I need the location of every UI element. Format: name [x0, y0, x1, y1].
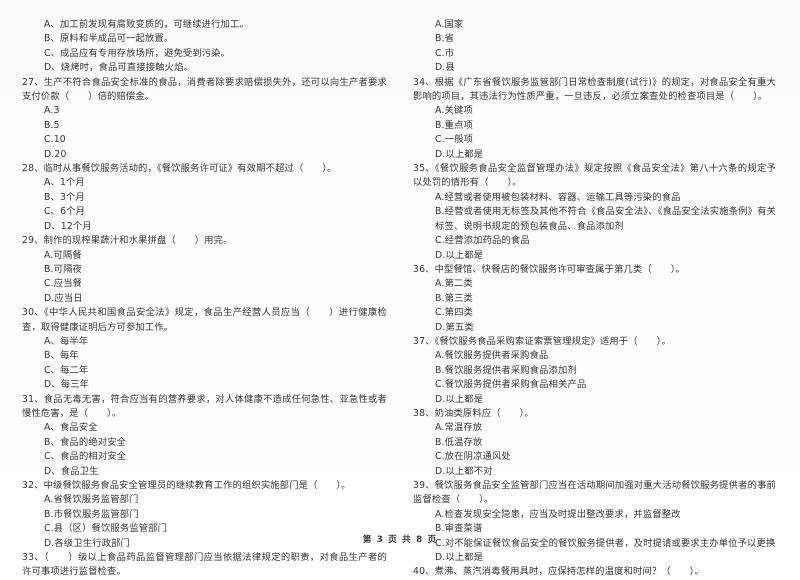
- option-item: B、原料和半成品可一起放置。: [44, 33, 174, 45]
- page-number-text: 第 3 页 共 8 页: [362, 535, 438, 545]
- option-item: C、成品应有专用存放场所，避免受到污染。: [44, 47, 231, 59]
- option-item: C.第四类: [435, 307, 474, 319]
- question-stem: 29、制作的现榨果蔬汁和水果拼盘（ ）用完。: [22, 235, 233, 247]
- option-item: A.省餐饮服务监管部门: [44, 494, 139, 506]
- question-stem: 27、生产不符合食品安全标准的食品，消费者除要求赔偿损失外，还可以向生产者要求支…: [22, 76, 387, 103]
- option-item: D.以上都是: [435, 148, 484, 160]
- question-40: 40、煮沸、蒸汽消毒餐用具时，应保持怎样的温度和时间？（ ）。: [413, 565, 776, 579]
- right-column: A.国家 B.省 C.市 D.县 34、根据《广东省餐饮服务监管部门日常检查制度…: [395, 18, 780, 580]
- option-item: D.以上都是: [435, 552, 484, 564]
- question-stem: 40、煮沸、蒸汽消毒餐用具时，应保持怎样的温度和时间？（ ）。: [413, 566, 704, 578]
- page-footer: 第 3 页 共 8 页: [0, 533, 800, 545]
- option-item: B、每年: [44, 350, 79, 362]
- option-item: C.放在阴凉通风处: [435, 451, 511, 463]
- option-item: A.3: [44, 105, 60, 117]
- question-stem: 39、餐饮服务食品安全监管部门应当在活动期间加强对重大活动餐饮服务提供者的事前监…: [413, 480, 776, 506]
- question-stem: 36、中型餐馆、快餐店的餐饮服务许可审查属于第几类（ ）。: [413, 263, 685, 275]
- question-stem: 38、奶油类原料应（ ）。: [413, 407, 534, 419]
- option-item: B.5: [44, 119, 60, 131]
- option-item: B、3个月: [44, 191, 85, 203]
- question-27: 27、生产不符合食品安全标准的食品，消费者除要求赔偿损失外，还可以向生产者要求支…: [22, 76, 387, 162]
- option-item: C.市: [435, 47, 455, 59]
- question-29: 29、制作的现榨果蔬汁和水果拼盘（ ）用完。 A.可隔餐 B.可隔夜 C.应当餐…: [22, 234, 387, 306]
- exam-page: A、加工前发现有腐败变质的，可继续进行加工。 B、原料和半成品可一起放置。 C、…: [0, 0, 800, 577]
- option-item: B.可隔夜: [44, 263, 82, 275]
- option-item: A、1个月: [44, 177, 85, 189]
- question-39: 39、餐饮服务食品安全监管部门应当在活动期间加强对重大活动餐饮服务提供者的事前监…: [413, 479, 776, 565]
- option-item: B.餐饮服务提供者采购食品添加剂: [435, 364, 577, 376]
- question-35: 35、《餐饮服务食品安全监督管理办法》规定按照《食品安全法》第八十六条的规定予以…: [413, 162, 776, 263]
- option-item: B.低温存放: [435, 436, 483, 448]
- option-item: C.一般项: [435, 134, 474, 146]
- option-item: D、每三年: [44, 379, 90, 391]
- question-stem: 32、中级餐饮服务食品安全管理员的继续教育工作的组织实施部门是（ ）。: [22, 480, 351, 491]
- option-item: C.10: [44, 134, 66, 146]
- option-item: A.关键项: [435, 105, 473, 117]
- option-item: D、食品卫生: [44, 465, 99, 477]
- option-item: C、每二年: [44, 364, 89, 376]
- question-33: 33、（ ）级以上食品药品监督管理部门应当依据法律规定的职责，对食品生产者的许可…: [22, 551, 387, 580]
- option-item: C.经营添加药品的食品: [435, 235, 530, 247]
- question-stem: 33、（ ）级以上食品药品监督管理部门应当依据法律规定的职责，对食品生产者的许可…: [22, 552, 387, 578]
- question-30: 30、《中华人民共和国食品安全法》规定，食品生产经营人员应当（ ）进行健康检查，…: [22, 306, 387, 392]
- option-item: D.以上都是: [435, 393, 484, 405]
- option-item: D.以上都不对: [435, 465, 493, 477]
- option-item: A.第二类: [435, 278, 473, 290]
- option-item: A、每半年: [44, 335, 89, 347]
- option-item: B.省: [435, 33, 455, 45]
- question-28: 28、临时从事餐饮服务活动的，《餐饮服务许可证》有效期不超过（ ）。 A、1个月…: [22, 162, 387, 234]
- question-31: 31、食品无毒无害，符合应当有的营养要求，对人体健康不造成任何急性、亚急性或者慢…: [22, 393, 387, 479]
- option-item: A.检查发现安全隐患，应当及时提出整改要求，并监督整改: [435, 508, 681, 520]
- question-stem: 35、《餐饮服务食品安全监督管理办法》规定按照《食品安全法》第八十六条的规定予以…: [413, 163, 776, 189]
- option-item: A.经营或者使用被包装材料、容器、运输工具等污染的食品: [435, 191, 681, 203]
- option-item: C、6个月: [44, 206, 86, 218]
- option-item: C.餐饮服务提供者采购食品相关产品: [435, 379, 587, 391]
- question-stem: 28、临时从事餐饮服务活动的，《餐饮服务许可证》有效期不超过（ ）。: [22, 163, 337, 175]
- option-item: A、食品安全: [44, 422, 98, 434]
- orphan-options-left: A、加工前发现有腐败变质的，可继续进行加工。 B、原料和半成品可一起放置。 C、…: [22, 18, 387, 76]
- left-column: A、加工前发现有腐败变质的，可继续进行加工。 B、原料和半成品可一起放置。 C、…: [10, 18, 395, 580]
- option-item: B、食品的绝对安全: [44, 436, 127, 448]
- question-34: 34、根据《广东省餐饮服务监管部门日常检查制度(试行)》的规定，对食品安全有重大…: [413, 76, 776, 162]
- option-item: B.第三类: [435, 292, 473, 304]
- option-item: D、12个月: [44, 220, 92, 232]
- option-item: C.应当餐: [44, 278, 83, 290]
- option-item: A.常温存放: [435, 422, 483, 434]
- question-stem: 31、食品无毒无害，符合应当有的营养要求，对人体健康不造成任何急性、亚急性或者慢…: [22, 393, 387, 419]
- option-item: A、加工前发现有腐败变质的，可继续进行加工。: [44, 19, 249, 30]
- question-37: 37、《餐饮服务食品采购索证索票管理规定》适用于（ ）。 A.餐饮服务提供者采购…: [413, 335, 776, 407]
- option-item: D.第五类: [435, 321, 474, 333]
- option-item: A.国家: [435, 19, 464, 30]
- option-item: B.重点项: [435, 119, 473, 131]
- question-stem: 37、《餐饮服务食品采购索证索票管理规定》适用于（ ）。: [413, 335, 671, 347]
- question-38: 38、奶油类原料应（ ）。 A.常温存放 B.低温存放 C.放在阴凉通风处 D.…: [413, 407, 776, 479]
- option-item: D、烧烤时，食品可直接接触火焰。: [44, 62, 194, 74]
- option-item: D.以上都是: [435, 249, 484, 261]
- option-item: D.20: [44, 148, 67, 160]
- option-item: B.经营或者使用无标签及其他不符合《食品安全法》、《食品安全法实施条例》有关标签…: [435, 206, 776, 232]
- option-item: A.餐饮服务提供者采购食品: [435, 350, 549, 362]
- orphan-options-right: A.国家 B.省 C.市 D.县: [413, 18, 776, 76]
- option-item: D.县: [435, 62, 455, 74]
- option-item: C、食品的相对安全: [44, 451, 127, 463]
- question-36: 36、中型餐馆、快餐店的餐饮服务许可审查属于第几类（ ）。 A.第二类 B.第三…: [413, 263, 776, 335]
- option-item: D.应当日: [44, 292, 83, 304]
- option-item: B.市餐饮服务监管部门: [44, 508, 139, 520]
- option-item: A.可隔餐: [44, 249, 82, 261]
- question-stem: 30、《中华人民共和国食品安全法》规定，食品生产经营人员应当（ ）进行健康检查，…: [22, 307, 387, 333]
- question-stem: 34、根据《广东省餐饮服务监管部门日常检查制度(试行)》的规定，对食品安全有重大…: [413, 76, 776, 103]
- two-column-layout: A、加工前发现有腐败变质的，可继续进行加工。 B、原料和半成品可一起放置。 C、…: [10, 18, 790, 577]
